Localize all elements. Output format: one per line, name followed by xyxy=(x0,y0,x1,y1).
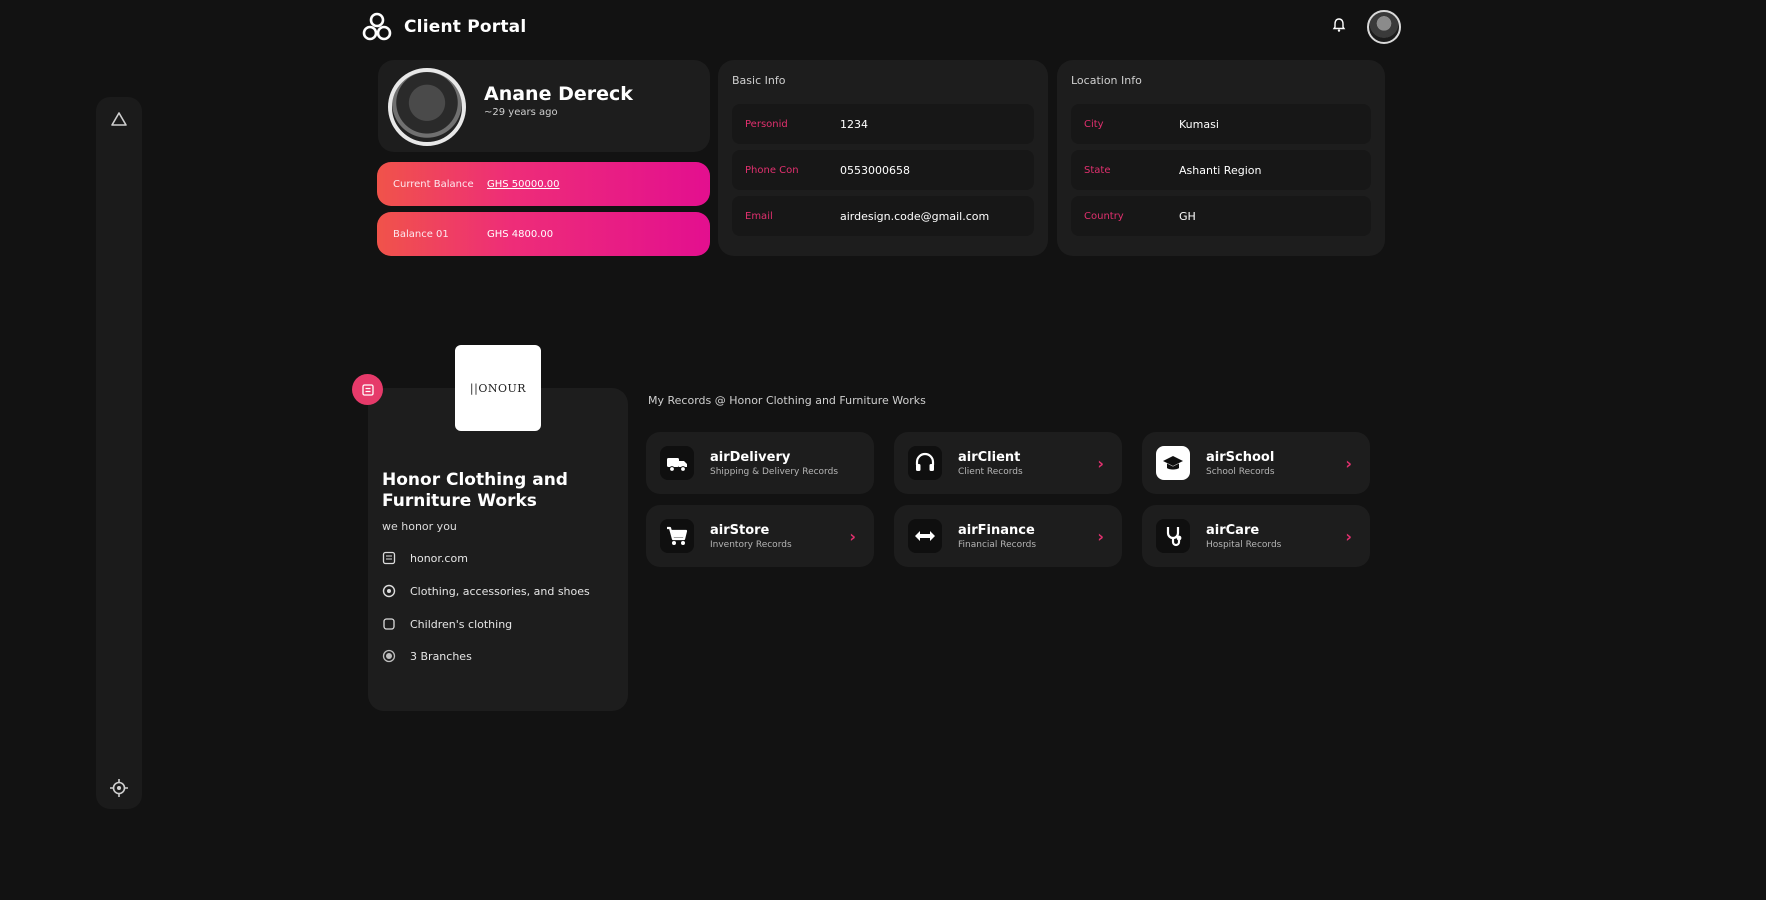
delivery-truck-icon xyxy=(667,458,687,472)
info-row-personid: Personid 1234 xyxy=(732,104,1034,144)
record-name: airStore xyxy=(710,522,770,538)
balance-01-card[interactable]: Balance 01 GHS 4800.00 xyxy=(377,212,710,256)
headset-icon xyxy=(915,452,935,471)
record-subtitle: Client Records xyxy=(958,466,1023,477)
brand[interactable]: Client Portal xyxy=(362,12,526,42)
record-subtitle: Hospital Records xyxy=(1206,539,1282,550)
info-key: Personid xyxy=(745,118,788,130)
record-icon-box xyxy=(908,519,942,553)
record-name: airFinance xyxy=(958,522,1035,538)
info-value: 0553000658 xyxy=(840,163,910,177)
record-icon-box xyxy=(660,519,694,553)
bell-icon[interactable] xyxy=(1330,16,1348,34)
chevron-right-icon: › xyxy=(1345,453,1352,473)
record-aircare[interactable]: airCare Hospital Records › xyxy=(1142,505,1370,567)
basic-info-title: Basic Info xyxy=(732,74,786,87)
current-balance-value[interactable]: GHS 50000.00 xyxy=(487,179,560,190)
profile-name: Anane Dereck xyxy=(484,83,633,105)
user-avatar-icon[interactable] xyxy=(1367,10,1401,44)
exchange-arrows-icon xyxy=(915,531,935,541)
location-info-title: Location Info xyxy=(1071,74,1142,87)
info-key: Email xyxy=(745,210,773,222)
business-branches-text: 3 Branches xyxy=(410,649,472,663)
business-category: Clothing, accessories, and shoes xyxy=(382,582,590,600)
record-airdelivery[interactable]: airDelivery Shipping & Delivery Records xyxy=(646,432,874,494)
business-logo-text: ||ONOUR xyxy=(469,381,527,395)
business-tagline: we honor you xyxy=(382,520,457,533)
record-subtitle: Shipping & Delivery Records xyxy=(710,466,839,477)
record-name: airCare xyxy=(1206,522,1260,538)
business-website-text: honor.com xyxy=(410,551,468,565)
balance-01-label: Balance 01 xyxy=(393,228,449,240)
business-subcategory-text: Children's clothing xyxy=(410,617,513,631)
settings-icon[interactable] xyxy=(107,776,131,800)
info-row-state: State Ashanti Region xyxy=(1071,150,1371,190)
info-key: Phone Con xyxy=(745,164,799,176)
record-name: airClient xyxy=(958,449,1021,465)
info-value: airdesign.code@gmail.com xyxy=(840,209,990,223)
location-icon xyxy=(382,649,396,663)
web-icon xyxy=(382,551,396,565)
info-row-phone: Phone Con 0553000658 xyxy=(732,150,1034,190)
info-value: Kumasi xyxy=(1179,117,1219,131)
balance-01-value: GHS 4800.00 xyxy=(487,228,554,240)
stethoscope-icon xyxy=(1166,527,1182,547)
record-airfinance[interactable]: airFinance Financial Records › xyxy=(894,505,1122,567)
location-info-card: Location Info City Kumasi State Ashanti … xyxy=(1057,60,1385,256)
current-balance-card[interactable]: Current Balance GHS 50000.00 xyxy=(377,162,710,206)
info-row-country: Country GH xyxy=(1071,196,1371,236)
basic-info-card: Basic Info Personid 1234 Phone Con 05530… xyxy=(718,60,1048,256)
info-key: State xyxy=(1084,164,1111,176)
info-key: Country xyxy=(1084,210,1124,222)
business-branches: 3 Branches xyxy=(382,647,472,665)
chevron-right-icon: › xyxy=(1097,453,1104,473)
record-icon-box xyxy=(1156,519,1190,553)
info-row-city: City Kumasi xyxy=(1071,104,1371,144)
record-icon-box xyxy=(1156,446,1190,480)
chevron-right-icon: › xyxy=(1097,526,1104,546)
profile-age: ~29 years ago xyxy=(484,107,558,118)
business-category-text: Clothing, accessories, and shoes xyxy=(410,584,590,598)
record-airstore[interactable]: airStore Inventory Records › xyxy=(646,505,874,567)
business-name: Honor Clothing and Furniture Works xyxy=(382,470,568,511)
record-subtitle: School Records xyxy=(1206,466,1275,477)
shopping-cart-icon xyxy=(667,526,688,545)
tri-circle-logo-icon xyxy=(362,12,392,41)
app-title: Client Portal xyxy=(404,17,527,37)
record-icon-box xyxy=(660,446,694,480)
current-balance-label: Current Balance xyxy=(393,178,474,190)
records-title: My Records @ Honor Clothing and Furnitur… xyxy=(648,394,926,407)
home-icon[interactable] xyxy=(107,107,131,131)
record-name: airSchool xyxy=(1206,449,1275,465)
info-value: Ashanti Region xyxy=(1179,163,1262,177)
sidebar xyxy=(96,97,142,809)
menu-button[interactable] xyxy=(352,374,383,405)
graduation-cap-icon xyxy=(1163,456,1183,470)
child-icon xyxy=(383,618,395,630)
record-subtitle: Financial Records xyxy=(958,539,1037,550)
chevron-right-icon: › xyxy=(849,526,856,546)
business-website[interactable]: honor.com xyxy=(382,549,468,567)
record-airclient[interactable]: airClient Client Records › xyxy=(894,432,1122,494)
business-subcategory: Children's clothing xyxy=(382,615,512,633)
info-row-email: Email airdesign.code@gmail.com xyxy=(732,196,1034,236)
info-value: 1234 xyxy=(840,117,868,131)
record-subtitle: Inventory Records xyxy=(710,539,792,550)
business-logo: ||ONOUR xyxy=(455,345,541,431)
menu-icon xyxy=(361,383,374,396)
info-value: GH xyxy=(1179,209,1196,223)
profile-avatar xyxy=(388,68,466,146)
chevron-right-icon: › xyxy=(1345,526,1352,546)
record-icon-box xyxy=(908,446,942,480)
record-airschool[interactable]: airSchool School Records › xyxy=(1142,432,1370,494)
record-name: airDelivery xyxy=(710,449,791,465)
shirt-icon xyxy=(382,584,396,598)
info-key: City xyxy=(1084,118,1104,130)
